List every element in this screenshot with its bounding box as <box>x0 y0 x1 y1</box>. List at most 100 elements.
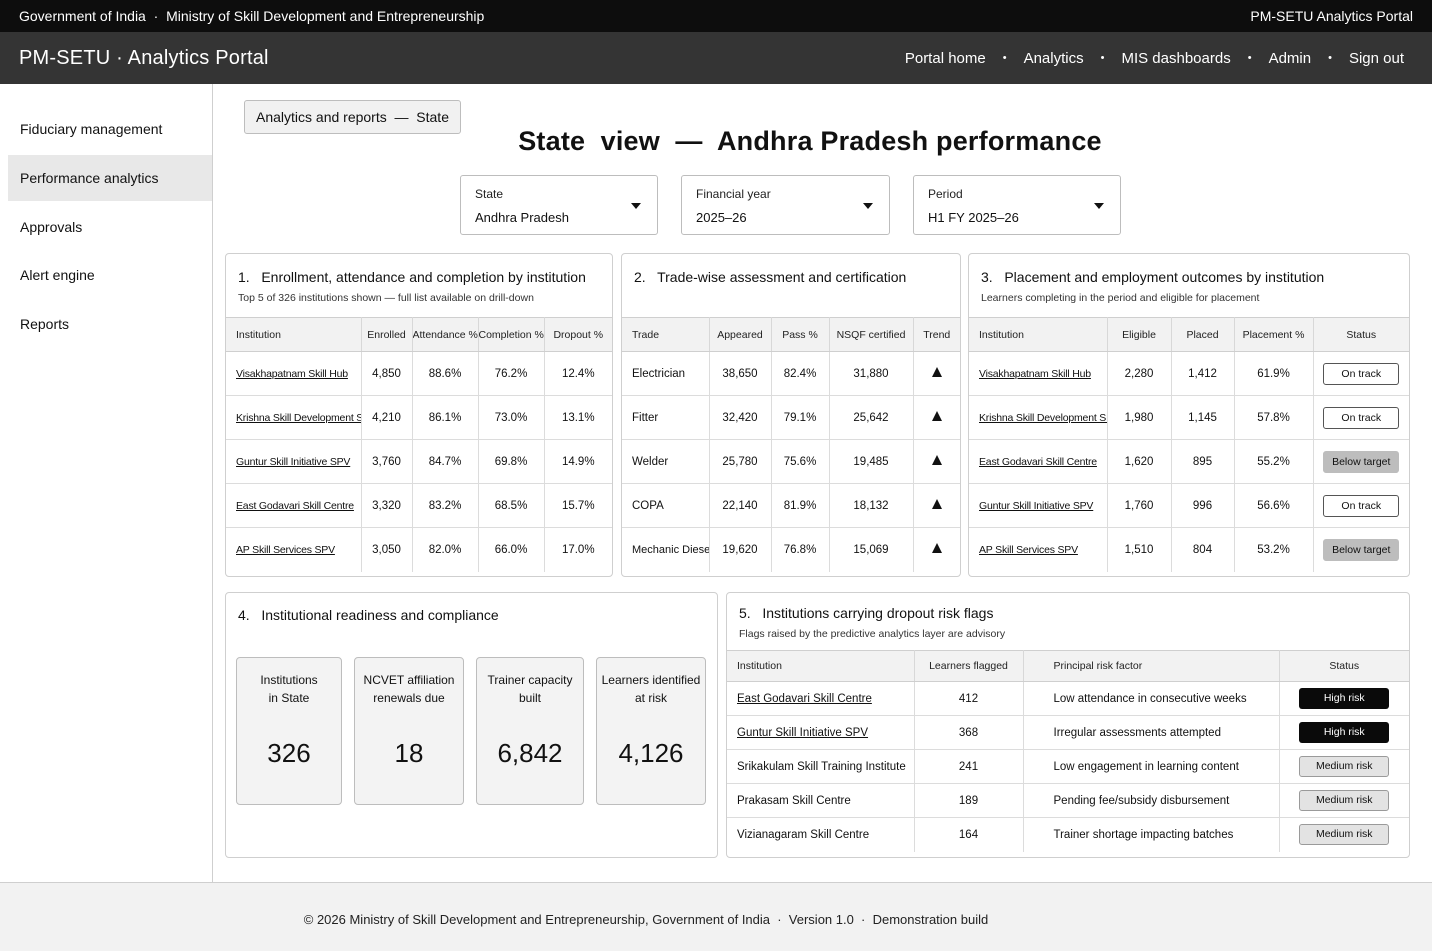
dropout-cell: 14.9% <box>544 439 612 484</box>
institution-link[interactable]: Guntur Skill Initiative SPV <box>737 727 868 739</box>
institution-link[interactable]: East Godavari Skill Centre <box>236 500 354 512</box>
state-select-value: Andhra Pradesh <box>475 210 569 225</box>
institution-link[interactable]: Guntur Skill Initiative SPV <box>979 500 1093 512</box>
institution-link[interactable]: Krishna Skill Development SPV <box>979 412 1106 424</box>
state-select[interactable]: State Andhra Pradesh <box>460 175 658 235</box>
risk-badge[interactable]: Medium risk <box>1299 756 1390 777</box>
nav-mis-dashboards[interactable]: MIS dashboards <box>1121 50 1230 67</box>
nav-separator: • <box>1002 52 1007 64</box>
trend-up-icon <box>931 499 942 509</box>
nav-sign-out[interactable]: Sign out <box>1349 50 1404 67</box>
trend-up-icon <box>931 455 942 465</box>
kpi-card-ncvet-renewals[interactable]: NCVET affiliation renewals due 18 <box>354 657 464 805</box>
dropout-cell: 12.4% <box>544 351 612 396</box>
certified-cell: 19,485 <box>829 439 914 484</box>
attendance-cell: 88.6% <box>412 351 479 396</box>
panel-title: 4. Institutional readiness and complianc… <box>238 607 499 623</box>
kpi-card-trainer-capacity[interactable]: Trainer capacity built 6,842 <box>476 657 584 805</box>
kpi-label: Learners identified at risk <box>601 673 701 705</box>
chevron-down-icon <box>863 203 873 209</box>
appeared-cell: 19,620 <box>709 527 772 572</box>
table-row: Welder 25,780 75.6% 19,485 <box>622 439 960 484</box>
attendance-cell: 83.2% <box>412 483 479 528</box>
nav-admin[interactable]: Admin <box>1269 50 1312 67</box>
nav-separator: • <box>1100 52 1105 64</box>
column-header: Institution <box>727 650 915 682</box>
column-header: Enrolled <box>361 317 413 352</box>
completion-cell: 69.8% <box>478 439 545 484</box>
appeared-cell: 38,650 <box>709 351 772 396</box>
column-header: Institution <box>969 317 1108 352</box>
kpi-card-learners-at-risk[interactable]: Learners identified at risk 4,126 <box>596 657 706 805</box>
institution-link[interactable]: Visakhapatnam Skill Hub <box>236 368 348 380</box>
column-header: Completion % <box>478 317 545 352</box>
readiness-panel: 4. Institutional readiness and complianc… <box>225 592 718 858</box>
trend-up-icon <box>931 367 942 377</box>
institution-link[interactable]: Guntur Skill Initiative SPV <box>236 456 350 468</box>
placement-cell: 61.9% <box>1234 351 1314 396</box>
placed-cell: 1,145 <box>1171 395 1235 440</box>
kpi-card-institutions[interactable]: Institutions in State 326 <box>236 657 342 805</box>
sidebar-item-alert-engine[interactable]: Alert engine <box>8 252 212 298</box>
institution-link[interactable]: AP Skill Services SPV <box>236 544 335 556</box>
appeared-cell: 22,140 <box>709 483 772 528</box>
attendance-cell: 86.1% <box>412 395 479 440</box>
institution-link[interactable]: East Godavari Skill Centre <box>979 456 1097 468</box>
certified-cell: 15,069 <box>829 527 914 572</box>
status-badge[interactable]: On track <box>1323 406 1400 429</box>
panel-subtitle: Top 5 of 326 institutions shown — full l… <box>238 292 534 304</box>
column-header: Pass % <box>771 317 830 352</box>
chevron-down-icon <box>1094 203 1104 209</box>
nav-analytics[interactable]: Analytics <box>1024 50 1084 67</box>
institution-link[interactable]: Visakhapatnam Skill Hub <box>979 368 1091 380</box>
risk-badge[interactable]: High risk <box>1299 722 1390 743</box>
financial-year-select[interactable]: Financial year 2025–26 <box>681 175 890 235</box>
status-badge[interactable]: Below target <box>1323 450 1400 473</box>
status-badge[interactable]: Below target <box>1323 538 1400 561</box>
status-badge[interactable]: On track <box>1323 362 1400 385</box>
learners-flagged-cell: 412 <box>914 681 1024 716</box>
appeared-cell: 32,420 <box>709 395 772 440</box>
pass-cell: 82.4% <box>771 351 830 396</box>
risk-badge[interactable]: Medium risk <box>1299 790 1390 811</box>
status-badge[interactable]: On track <box>1323 494 1400 517</box>
enrollment-panel: 1. Enrollment, attendance and completion… <box>225 253 613 577</box>
attendance-cell: 82.0% <box>412 527 479 572</box>
institution-link[interactable]: AP Skill Services SPV <box>979 544 1078 556</box>
risk-badge[interactable]: High risk <box>1299 688 1390 709</box>
column-header: NSQF certified <box>829 317 914 352</box>
enrolled-cell: 3,050 <box>361 527 413 572</box>
sidebar-item-reports[interactable]: Reports <box>8 301 212 347</box>
institution-link[interactable]: Krishna Skill Development SPV <box>236 412 360 424</box>
eligible-cell: 1,620 <box>1107 439 1172 484</box>
footer-text: © 2026 Ministry of Skill Development and… <box>303 911 989 927</box>
institution-link[interactable]: East Godavari Skill Centre <box>737 693 872 705</box>
column-header: Trade <box>622 317 710 352</box>
kpi-label: NCVET affiliation renewals due <box>363 673 455 705</box>
trend-up-icon <box>931 411 942 421</box>
brand-title[interactable]: PM-SETU · Analytics Portal <box>19 47 269 70</box>
column-header: Status <box>1279 650 1409 682</box>
risk-factor-cell: Low engagement in learning content <box>1023 749 1280 784</box>
risk-badge[interactable]: Medium risk <box>1299 824 1390 846</box>
pass-cell: 76.8% <box>771 527 830 572</box>
certified-cell: 31,880 <box>829 351 914 396</box>
table-row: East Godavari Skill Centre 1,620 895 55.… <box>969 439 1409 484</box>
placement-panel: 3. Placement and employment outcomes by … <box>968 253 1410 577</box>
risk-factor-cell: Irregular assessments attempted <box>1023 715 1280 750</box>
sidebar-item-fiduciary-management[interactable]: Fiduciary management <box>8 106 212 152</box>
sidebar-item-performance-analytics[interactable]: Performance analytics <box>8 155 212 201</box>
sidebar-item-approvals[interactable]: Approvals <box>8 204 212 250</box>
period-select[interactable]: Period H1 FY 2025–26 <box>913 175 1121 235</box>
learners-flagged-cell: 164 <box>914 817 1024 852</box>
main-content: Analytics and reports — State State view… <box>214 84 1432 882</box>
column-header: Placed <box>1171 317 1235 352</box>
enrolled-cell: 3,320 <box>361 483 413 528</box>
placed-cell: 1,412 <box>1171 351 1235 396</box>
column-header: Trend <box>913 317 960 352</box>
placement-cell: 55.2% <box>1234 439 1314 484</box>
learners-flagged-cell: 189 <box>914 783 1024 818</box>
nav-portal-home[interactable]: Portal home <box>905 50 986 67</box>
placement-cell: 53.2% <box>1234 527 1314 572</box>
learners-flagged-cell: 241 <box>914 749 1024 784</box>
